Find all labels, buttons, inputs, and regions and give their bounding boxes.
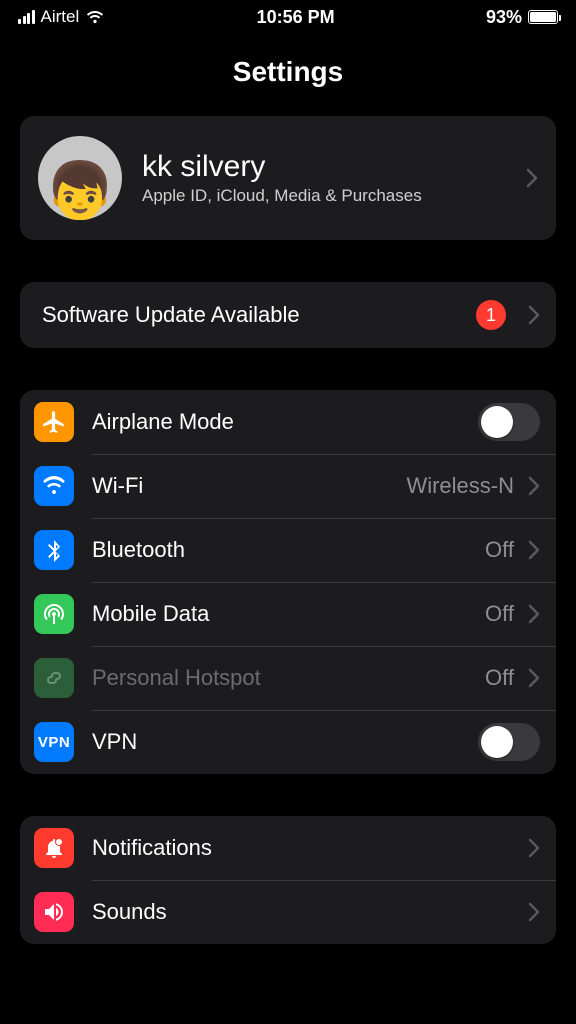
mobile-data-value: Off <box>485 601 514 627</box>
status-left: Airtel <box>18 7 105 27</box>
bluetooth-row[interactable]: Bluetooth Off <box>20 518 556 582</box>
chevron-right-icon <box>528 305 540 325</box>
network-group: Airplane Mode Wi-Fi Wireless-N Bluetooth… <box>20 390 556 774</box>
vpn-icon: VPN <box>34 722 74 762</box>
profile-text: kk silvery Apple ID, iCloud, Media & Pur… <box>142 150 518 206</box>
profile-name: kk silvery <box>142 150 518 184</box>
sounds-label: Sounds <box>92 899 520 925</box>
chevron-right-icon <box>526 168 538 188</box>
profile-subtitle: Apple ID, iCloud, Media & Purchases <box>142 186 518 206</box>
system-group: Notifications Sounds <box>20 816 556 944</box>
avatar: 👦 <box>38 136 122 220</box>
airplane-mode-label: Airplane Mode <box>92 409 478 435</box>
software-update-label: Software Update Available <box>42 302 476 328</box>
hotspot-value: Off <box>485 665 514 691</box>
notifications-label: Notifications <box>92 835 520 861</box>
chevron-right-icon <box>528 902 540 922</box>
notifications-icon <box>34 828 74 868</box>
chevron-right-icon <box>528 540 540 560</box>
software-update-row[interactable]: Software Update Available 1 <box>20 282 556 348</box>
clock: 10:56 PM <box>257 7 335 28</box>
cellular-signal-icon <box>18 10 35 24</box>
wifi-label: Wi-Fi <box>92 473 406 499</box>
airplane-mode-row[interactable]: Airplane Mode <box>20 390 556 454</box>
update-badge: 1 <box>476 300 506 330</box>
carrier-label: Airtel <box>41 7 80 27</box>
battery-icon <box>528 10 558 24</box>
wifi-settings-icon <box>34 466 74 506</box>
airplane-mode-toggle[interactable] <box>478 403 540 441</box>
bluetooth-label: Bluetooth <box>92 537 485 563</box>
chevron-right-icon <box>528 668 540 688</box>
wifi-icon <box>85 10 105 24</box>
notifications-row[interactable]: Notifications <box>20 816 556 880</box>
profile-group: 👦 kk silvery Apple ID, iCloud, Media & P… <box>20 116 556 240</box>
wifi-value: Wireless-N <box>406 473 514 499</box>
mobile-data-row[interactable]: Mobile Data Off <box>20 582 556 646</box>
personal-hotspot-row[interactable]: Personal Hotspot Off <box>20 646 556 710</box>
wifi-row[interactable]: Wi-Fi Wireless-N <box>20 454 556 518</box>
status-bar: Airtel 10:56 PM 93% <box>0 0 576 34</box>
apple-id-row[interactable]: 👦 kk silvery Apple ID, iCloud, Media & P… <box>20 116 556 240</box>
page-title: Settings <box>0 56 576 88</box>
chevron-right-icon <box>528 838 540 858</box>
sounds-icon <box>34 892 74 932</box>
bluetooth-value: Off <box>485 537 514 563</box>
bluetooth-icon <box>34 530 74 570</box>
cellular-icon <box>34 594 74 634</box>
sounds-row[interactable]: Sounds <box>20 880 556 944</box>
chevron-right-icon <box>528 604 540 624</box>
vpn-toggle[interactable] <box>478 723 540 761</box>
hotspot-icon <box>34 658 74 698</box>
airplane-icon <box>34 402 74 442</box>
battery-percent: 93% <box>486 7 522 28</box>
vpn-row[interactable]: VPN VPN <box>20 710 556 774</box>
hotspot-label: Personal Hotspot <box>92 665 485 691</box>
software-update-group: Software Update Available 1 <box>20 282 556 348</box>
mobile-data-label: Mobile Data <box>92 601 485 627</box>
vpn-label: VPN <box>92 729 478 755</box>
chevron-right-icon <box>528 476 540 496</box>
status-right: 93% <box>486 7 558 28</box>
